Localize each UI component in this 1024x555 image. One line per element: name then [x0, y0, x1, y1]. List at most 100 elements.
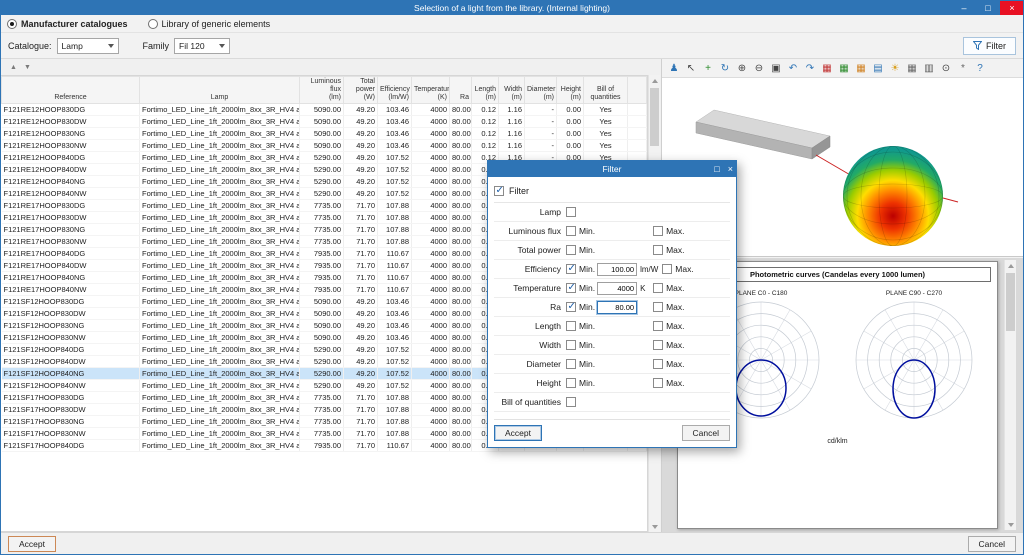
scroll-up-icon[interactable]	[1005, 260, 1016, 271]
scroll-down-icon[interactable]	[1005, 519, 1016, 530]
zoom-out-icon[interactable]: ⊖	[751, 61, 767, 76]
cancel-button[interactable]: Cancel	[968, 536, 1016, 552]
green-render-mode-icon[interactable]: ▦	[836, 61, 852, 76]
diameter-max-checkbox[interactable]	[653, 359, 663, 369]
table-cell: 4000	[412, 188, 450, 200]
table-cell: 49.20	[344, 368, 378, 380]
filter-enable-label: Filter	[509, 186, 529, 196]
filter-enable-checkbox[interactable]: Filter	[494, 183, 730, 199]
close-button[interactable]: ×	[1000, 0, 1024, 15]
layers-icon[interactable]: ▤	[870, 61, 886, 76]
luminous-flux-min-checkbox[interactable]	[566, 226, 576, 236]
ra-min-checkbox[interactable]	[566, 302, 576, 312]
bill-of-quantities-checkbox[interactable]	[566, 397, 576, 407]
temperature-min-input[interactable]	[597, 282, 637, 295]
magnifier-icon[interactable]: ⊙	[938, 61, 954, 76]
table-cell: 107.88	[378, 428, 412, 440]
column-header[interactable]: Length (m)	[472, 77, 499, 104]
accept-button[interactable]: Accept	[8, 536, 56, 552]
table-row[interactable]: F121RE12HOOP830NGFortimo_LED_Line_1ft_20…	[2, 128, 647, 140]
print-icon[interactable]: ▥	[921, 61, 937, 76]
family-select[interactable]: Fil 120	[174, 38, 230, 54]
temperature-max-checkbox[interactable]	[653, 283, 663, 293]
filter-button[interactable]: Filter	[963, 37, 1016, 55]
user-icon[interactable]: ♟	[666, 61, 682, 76]
filter-accept-button[interactable]: Accept	[494, 425, 542, 441]
radio-library-generic[interactable]: Library of generic elements	[148, 19, 271, 29]
column-header[interactable]: Bill of quantities	[584, 77, 628, 104]
column-header[interactable]: Ra	[450, 77, 472, 104]
scroll-thumb[interactable]	[1006, 273, 1015, 331]
dialog-maximize-button[interactable]: □	[714, 164, 719, 174]
column-header[interactable]: Efficiency (lm/W)	[378, 77, 412, 104]
total-power-max-checkbox[interactable]	[653, 245, 663, 255]
column-header[interactable]: Height (m)	[557, 77, 584, 104]
table-row[interactable]: F121RE12HOOP830NWFortimo_LED_Line_1ft_20…	[2, 140, 647, 152]
efficiency-min-input[interactable]	[597, 263, 637, 276]
sort-descending-button[interactable]: ▼	[24, 64, 31, 71]
report-scrollbar[interactable]	[1004, 260, 1016, 530]
temperature-min-checkbox[interactable]	[566, 283, 576, 293]
settings-icon[interactable]: *	[955, 61, 971, 76]
filter-dialog-titlebar[interactable]: Filter □ ×	[488, 161, 736, 177]
zoom-extents-icon[interactable]: ▣	[768, 61, 784, 76]
diameter-min-checkbox[interactable]	[566, 359, 576, 369]
column-header[interactable]: Reference	[2, 77, 140, 104]
table-cell: Fortimo_LED_Line_1ft_2000lm_8xx_3R_HV4 a…	[140, 224, 300, 236]
column-header[interactable]: Lamp	[140, 77, 300, 104]
pointer-icon[interactable]: ↖	[683, 61, 699, 76]
total-power-min-checkbox[interactable]	[566, 245, 576, 255]
filter-row-height: HeightMin.Max.	[494, 374, 730, 393]
column-header[interactable]: Total power (W)	[344, 77, 378, 104]
zoom-in-icon[interactable]: ⊕	[734, 61, 750, 76]
pan-icon[interactable]: +	[700, 61, 716, 76]
table-row[interactable]: F121RE12HOOP830DWFortimo_LED_Line_1ft_20…	[2, 116, 647, 128]
filter-cancel-button[interactable]: Cancel	[682, 425, 730, 441]
column-header[interactable]: Temperature (K)	[412, 77, 450, 104]
minimize-button[interactable]: –	[952, 0, 976, 15]
dialog-close-button[interactable]: ×	[728, 164, 733, 174]
table-head: ReferenceLampLuminous flux (lm)Total pow…	[2, 77, 647, 104]
table-cell: F121SF12HOOP830DW	[2, 308, 140, 320]
previous-view-icon[interactable]: ↶	[785, 61, 801, 76]
next-view-icon[interactable]: ↷	[802, 61, 818, 76]
rotate-view-icon[interactable]: ↻	[717, 61, 733, 76]
ra-max-checkbox[interactable]	[653, 302, 663, 312]
column-header[interactable]: Width (m)	[499, 77, 525, 104]
scroll-up-icon[interactable]	[649, 75, 660, 86]
help-icon[interactable]: ?	[972, 61, 988, 76]
filter-row-width: WidthMin.Max.	[494, 336, 730, 355]
lamp-checkbox[interactable]	[566, 207, 576, 217]
efficiency-max-checkbox[interactable]	[662, 264, 672, 274]
table-cell: 5090.00	[300, 332, 344, 344]
window-titlebar[interactable]: Selection of a light from the library. (…	[0, 0, 1024, 15]
luminous-flux-max-checkbox[interactable]	[653, 226, 663, 236]
table-cell: Fortimo_LED_Line_1ft_2000lm_8xx_3R_HV4 a…	[140, 188, 300, 200]
width-max-checkbox[interactable]	[653, 340, 663, 350]
red-render-mode-icon[interactable]: ▦	[819, 61, 835, 76]
column-header[interactable]: Diameter (m)	[525, 77, 557, 104]
table-cell: 80.00	[450, 200, 472, 212]
light-icon[interactable]: ☀	[887, 61, 903, 76]
orange-render-mode-icon[interactable]: ▦	[853, 61, 869, 76]
maximize-button[interactable]: □	[976, 0, 1000, 15]
scroll-track[interactable]	[1005, 271, 1016, 519]
width-min-checkbox[interactable]	[566, 340, 576, 350]
ra-min-input[interactable]	[597, 301, 637, 314]
length-min-checkbox[interactable]	[566, 321, 576, 331]
length-max-checkbox[interactable]	[653, 321, 663, 331]
scroll-down-icon[interactable]	[649, 521, 660, 532]
radio-manufacturer-catalogues[interactable]: Manufacturer catalogues	[7, 19, 128, 29]
table-row[interactable]: F121RE12HOOP830DGFortimo_LED_Line_1ft_20…	[2, 104, 647, 116]
height-max-checkbox[interactable]	[653, 378, 663, 388]
column-header[interactable]: Luminous flux (lm)	[300, 77, 344, 104]
table-cell: 71.70	[344, 236, 378, 248]
scroll-thumb[interactable]	[650, 88, 659, 146]
table-cell: 4000	[412, 368, 450, 380]
grid-icon[interactable]: ▦	[904, 61, 920, 76]
efficiency-min-checkbox[interactable]	[566, 264, 576, 274]
sort-ascending-button[interactable]: ▲	[10, 64, 17, 71]
height-min-checkbox[interactable]	[566, 378, 576, 388]
catalogue-select[interactable]: Lamp	[57, 38, 119, 54]
table-cell: Fortimo_LED_Line_1ft_2000lm_8xx_3R_HV4 a…	[140, 368, 300, 380]
